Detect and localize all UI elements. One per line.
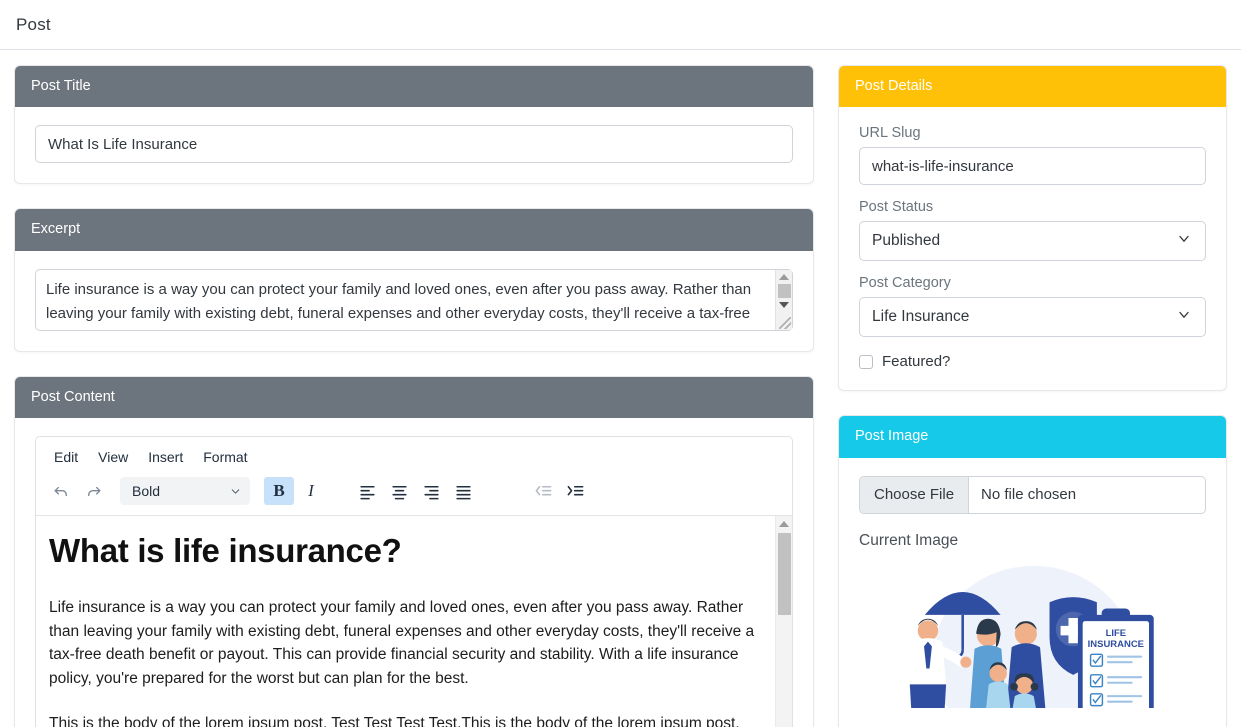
illustration-text-line2: INSURANCE — [1088, 639, 1144, 650]
italic-label: I — [308, 481, 314, 501]
excerpt-card-header: Excerpt — [15, 209, 813, 251]
editor-scrollbar-thumb[interactable] — [777, 533, 791, 616]
post-title-input[interactable] — [35, 125, 793, 164]
scroll-up-icon[interactable] — [779, 273, 789, 280]
resize-grip-icon[interactable] — [779, 316, 791, 329]
life-insurance-illustration: LIFE INSURANCE — [909, 565, 1154, 727]
post-title-card-body — [15, 107, 813, 183]
left-column: Post Title Excerpt Life insurance is a w… — [14, 65, 814, 727]
format-select[interactable]: Bold — [120, 477, 250, 506]
excerpt-card-body: Life insurance is a way you can protect … — [15, 251, 813, 351]
post-content-card: Post Content Edit View Insert Format Bol… — [14, 375, 814, 727]
featured-checkbox[interactable] — [859, 354, 873, 369]
bold-label: B — [273, 481, 285, 501]
file-input[interactable]: Choose File No file chosen — [859, 475, 1206, 514]
post-status-select[interactable]: Published — [859, 221, 1206, 262]
post-category-label: Post Category — [859, 275, 951, 292]
editor-toolbar: Bold B I — [36, 473, 792, 517]
featured-label: Featured? — [882, 353, 951, 371]
excerpt-text: Life insurance is a way you can protect … — [46, 280, 752, 330]
editor-canvas[interactable]: What is life insurance? Life insurance i… — [36, 516, 792, 727]
post-status-label: Post Status — [859, 199, 934, 216]
post-category-select-wrap: Life Insurance — [859, 297, 1206, 338]
page-title: Post — [16, 14, 51, 34]
outdent-icon[interactable] — [528, 477, 558, 505]
post-image-card-header: Post Image — [839, 416, 1226, 458]
post-status-select-wrap: Published — [859, 221, 1206, 262]
post-details-card-header: Post Details — [839, 66, 1226, 108]
menu-item-format[interactable]: Format — [195, 445, 255, 469]
align-left-icon[interactable] — [352, 477, 382, 505]
page-header: Post — [0, 0, 1241, 50]
post-status-value: Published — [872, 232, 941, 250]
editor-heading: What is life insurance? — [49, 532, 402, 570]
align-right-icon[interactable] — [416, 477, 446, 505]
scrollbar-thumb[interactable] — [777, 283, 791, 298]
excerpt-textarea[interactable]: Life insurance is a way you can protect … — [35, 268, 793, 331]
scroll-down-icon[interactable] — [779, 301, 789, 308]
editor-menubar: Edit View Insert Format — [36, 437, 792, 473]
editor-paragraph-2: This is the body of the lorem ipsum post… — [49, 715, 740, 727]
post-image-card: Post Image Choose File No file chosen Cu… — [838, 415, 1227, 727]
post-title-card-header: Post Title — [15, 66, 813, 108]
post-title-card: Post Title — [14, 65, 814, 185]
undo-icon[interactable] — [46, 477, 76, 505]
current-image-wrap: LIFE INSURANCE — [859, 558, 1206, 727]
post-image-card-body: Choose File No file chosen Current Image — [839, 458, 1226, 727]
menu-item-edit[interactable]: Edit — [46, 445, 86, 469]
post-details-card: Post Details URL Slug Post Status Publis… — [838, 65, 1227, 392]
editor-scrollbar[interactable] — [775, 516, 792, 727]
file-name-text: No file chosen — [981, 486, 1077, 504]
menu-item-view[interactable]: View — [90, 445, 136, 469]
editor-paragraph-1: Life insurance is a way you can protect … — [49, 599, 755, 687]
excerpt-textarea-wrap: Life insurance is a way you can protect … — [35, 268, 793, 331]
rich-text-editor: Edit View Insert Format Bold B I What is… — [35, 436, 793, 727]
right-column: Post Details URL Slug Post Status Publis… — [838, 65, 1227, 727]
bold-button[interactable]: B — [264, 477, 294, 506]
align-justify-icon[interactable] — [448, 477, 478, 505]
excerpt-card: Excerpt Life insurance is a way you can … — [14, 208, 814, 352]
main-content: Post Title Excerpt Life insurance is a w… — [0, 50, 1241, 727]
post-content-card-body: Edit View Insert Format Bold B I What is… — [15, 418, 813, 727]
illustration-text-line1: LIFE — [1106, 628, 1127, 639]
url-slug-label: URL Slug — [859, 125, 921, 142]
align-center-icon[interactable] — [384, 477, 414, 505]
indent-icon[interactable] — [560, 477, 590, 505]
italic-button[interactable]: I — [296, 477, 326, 505]
url-slug-input[interactable] — [859, 147, 1206, 186]
post-category-select[interactable]: Life Insurance — [859, 297, 1206, 338]
editor-scroll-up-icon[interactable] — [779, 521, 789, 528]
menu-item-insert[interactable]: Insert — [140, 445, 191, 469]
post-content-card-header: Post Content — [15, 376, 813, 419]
featured-checkbox-row[interactable]: Featured? — [859, 353, 1206, 370]
current-image-label: Current Image — [859, 531, 959, 549]
choose-file-button[interactable]: Choose File — [860, 476, 970, 513]
post-category-value: Life Insurance — [872, 308, 970, 326]
post-details-card-body: URL Slug Post Status Published P — [839, 107, 1226, 390]
format-select-value: Bold — [132, 483, 161, 500]
redo-icon[interactable] — [78, 477, 108, 505]
post-editor-page: Post Post Title Excerpt Life insurance i… — [0, 0, 1241, 727]
chevron-down-icon — [231, 489, 240, 494]
